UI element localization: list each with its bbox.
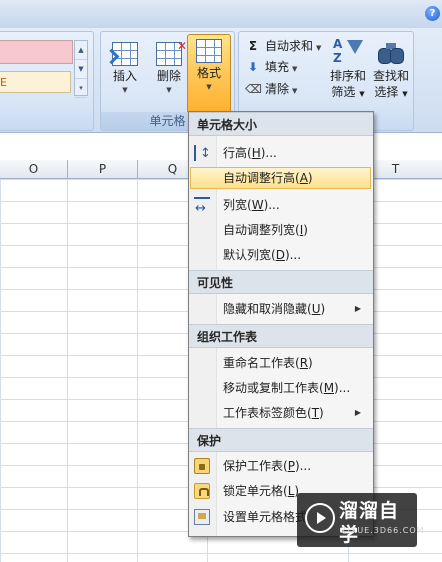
menu-item-autofit-column-width[interactable]: 自动调整列宽(I) <box>190 219 371 241</box>
submenu-arrow-icon: ▶ <box>354 304 361 313</box>
format-dropdown-menu: 单元格大小 行高(H)... 自动调整行高(A) 列宽(W)... 自动调整列宽… <box>188 111 374 537</box>
sigma-icon: Σ <box>248 39 258 53</box>
section-visibility: 可见性 <box>189 270 373 294</box>
column-width-icon <box>194 197 210 220</box>
menu-item-column-width[interactable]: 列宽(W)... <box>190 194 371 220</box>
chevron-down-icon: ▼ <box>206 83 212 91</box>
menu-item-autofit-row-height[interactable]: 自动调整行高(A) <box>190 167 371 189</box>
format-cells-icon <box>194 509 210 525</box>
chevron-down-icon: ▼ <box>122 86 128 94</box>
column-header-o[interactable]: O <box>0 160 68 179</box>
fill-label: 填充 <box>265 60 290 74</box>
find-select-button[interactable]: 查找和 选择 ▼ <box>370 38 412 102</box>
insert-cells-icon <box>112 42 138 66</box>
cell-style-bad[interactable] <box>0 40 73 64</box>
find-select-label-2: 选择 ▼ <box>374 85 408 99</box>
sort-filter-button[interactable]: AZ 排序和 筛选 ▼ <box>327 38 369 102</box>
format-button[interactable]: 格式 ▼ <box>187 34 231 114</box>
grid-line <box>137 179 138 562</box>
insert-label: 插入 <box>112 69 137 83</box>
submenu-arrow-icon: ▶ <box>354 408 361 417</box>
binoculars-icon <box>376 38 406 66</box>
chevron-down-icon: ▼ <box>292 65 298 73</box>
sort-filter-label-2: 筛选 ▼ <box>331 85 365 99</box>
chevron-down-icon: ▼ <box>166 86 172 94</box>
lock-icon <box>194 483 210 499</box>
format-label: 格式 <box>196 66 221 80</box>
watermark: 溜溜自学 ZIXUE.3D66.COM <box>297 493 424 547</box>
play-logo-icon <box>305 503 335 533</box>
section-protection: 保护 <box>189 428 373 452</box>
protect-sheet-icon <box>194 458 210 474</box>
eraser-icon: ⌫ <box>245 82 262 96</box>
chevron-down-icon: ▼ <box>292 87 298 95</box>
chevron-down-icon: ▼ <box>316 44 322 52</box>
sort-filter-icon: AZ <box>333 38 363 66</box>
clear-button[interactable]: ⌫ 清除 ▼ <box>245 79 297 99</box>
grid-line <box>67 179 68 562</box>
clear-label: 清除 <box>265 82 290 96</box>
cell-style-neutral[interactable]: E <box>0 71 71 93</box>
format-cells-icon <box>196 39 222 63</box>
title-strip: ? <box>0 0 442 29</box>
sort-filter-label-1: 排序和 <box>329 69 366 83</box>
insert-button[interactable]: 插入 ▼ <box>105 38 145 110</box>
help-icon[interactable]: ? <box>425 6 440 21</box>
menu-item-move-copy-sheet[interactable]: 移动或复制工作表(M)... <box>190 377 371 399</box>
styles-gallery-scroll[interactable]: ▲ ▼ ▾ <box>74 40 88 98</box>
more-icon[interactable]: ▾ <box>75 79 87 98</box>
delete-button[interactable]: 删除 ▼ <box>149 38 189 110</box>
section-organize-sheets: 组织工作表 <box>189 324 373 348</box>
column-header-p[interactable]: P <box>68 160 138 179</box>
delete-label: 删除 <box>156 69 181 83</box>
styles-group: E ▲ ▼ ▾ <box>0 31 94 131</box>
find-select-label-1: 查找和 <box>372 69 409 83</box>
row-height-icon <box>194 143 211 165</box>
fill-button[interactable]: ⬇ 填充 ▼ <box>245 57 297 77</box>
section-cell-size: 单元格大小 <box>189 112 373 136</box>
menu-item-default-width[interactable]: 默认列宽(D)... <box>190 244 371 266</box>
menu-item-rename-sheet[interactable]: 重命名工作表(R) <box>190 352 371 374</box>
autosum-button[interactable]: Σ 自动求和 ▼ <box>245 36 322 56</box>
menu-item-protect-sheet[interactable]: 保护工作表(P)... <box>190 455 371 477</box>
cell-style-text: E <box>0 76 7 89</box>
menu-item-hide-unhide[interactable]: 隐藏和取消隐藏(U) ▶ <box>190 298 371 320</box>
chevron-down-icon[interactable]: ▼ <box>75 60 87 79</box>
fill-down-icon: ⬇ <box>247 60 259 74</box>
autosum-label: 自动求和 <box>265 39 314 53</box>
watermark-subtitle: ZIXUE.3D66.COM <box>341 526 425 535</box>
delete-cells-icon <box>156 39 187 66</box>
watermark-title: 溜溜自学 <box>339 500 400 546</box>
chevron-up-icon[interactable]: ▲ <box>75 41 87 60</box>
menu-item-row-height[interactable]: 行高(H)... <box>190 142 371 165</box>
menu-item-tab-color[interactable]: 工作表标签颜色(T) ▶ <box>190 402 371 424</box>
